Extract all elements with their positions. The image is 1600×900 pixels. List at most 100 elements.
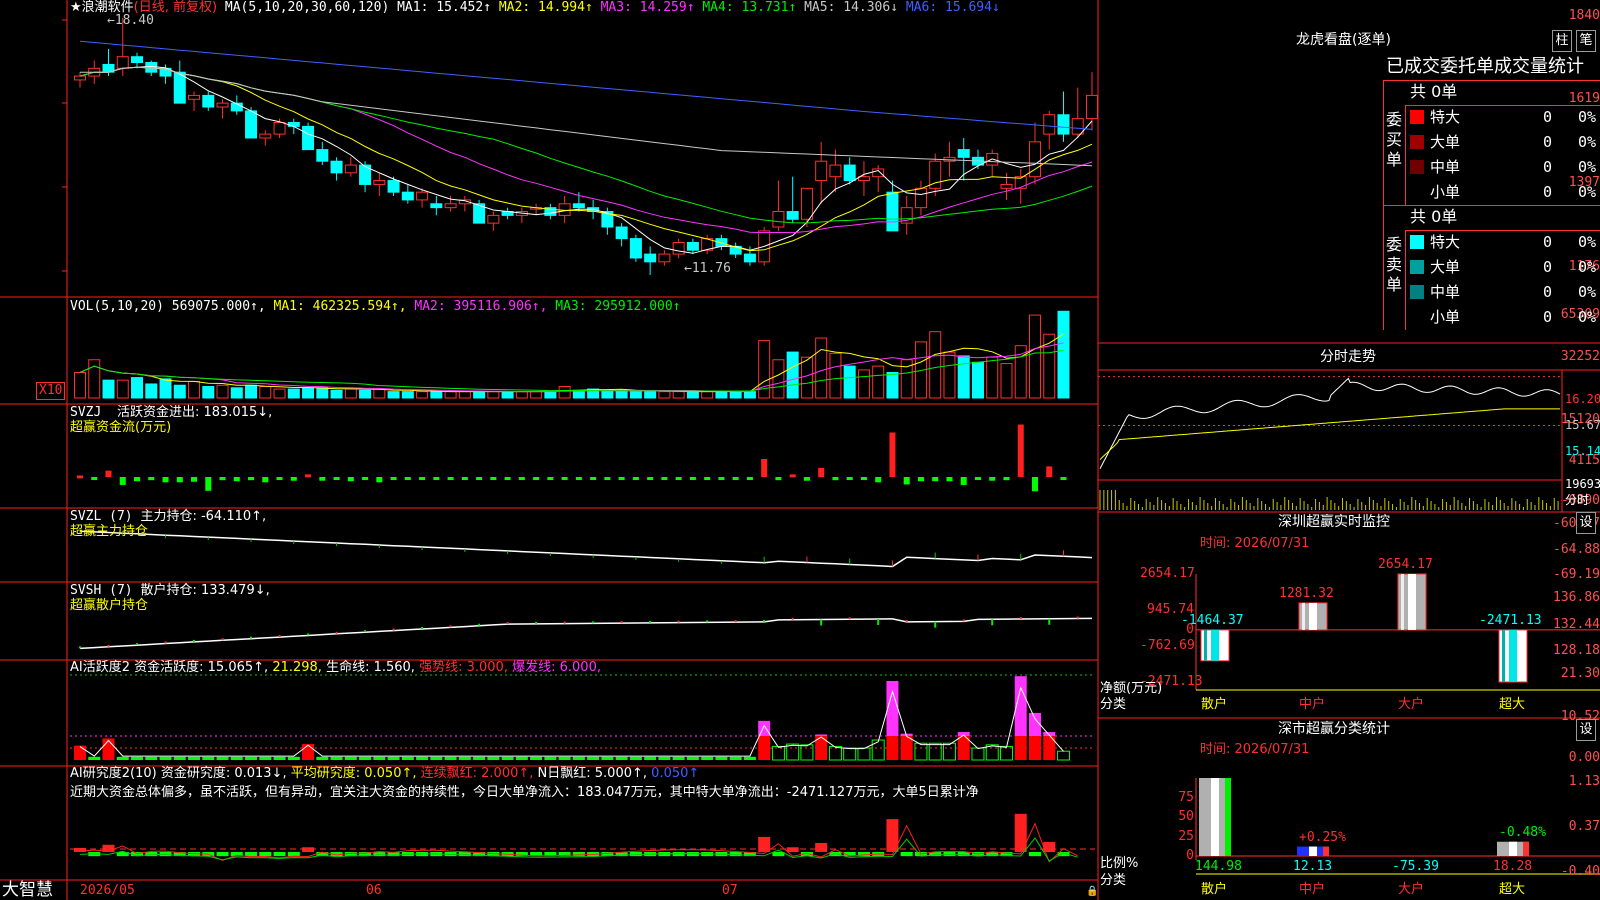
volume-bar — [943, 351, 956, 399]
ai-active-bar — [857, 747, 871, 761]
volume-bar — [487, 391, 500, 399]
volume-bar — [159, 378, 172, 399]
ma-line-2 — [79, 66, 1093, 252]
candle-body — [629, 238, 642, 259]
candle — [800, 187, 813, 228]
buy-row-name: 大单 — [1430, 133, 1461, 151]
fenshi-vol-label: 分时 — [1565, 493, 1590, 507]
classify-ytick-2: 25 — [1178, 828, 1194, 844]
monitor-bar-highlight — [1302, 602, 1305, 630]
svzl-header: SVZL (7) 主力持仓: -64.110↑, — [70, 509, 267, 524]
volume-bar — [857, 369, 870, 399]
volume-bar — [216, 384, 229, 399]
fenshi-ytick-0: 16.20 — [1565, 392, 1600, 406]
svzj-bar — [148, 477, 155, 481]
xaxis-label-0: 2026/05 — [80, 883, 135, 898]
lock-icon[interactable]: 🔒 — [1086, 884, 1098, 900]
candle-body — [815, 160, 828, 182]
ai-active-bar — [1028, 736, 1041, 760]
volume-bar — [601, 389, 614, 399]
sell-color-swatch — [1410, 235, 1424, 249]
candle — [259, 130, 272, 146]
ai-active-bar — [501, 756, 514, 760]
svzj-bar — [1060, 477, 1067, 480]
ai-active-bar — [800, 744, 814, 761]
candle-body — [287, 122, 300, 127]
ai-active-bar — [686, 756, 699, 760]
candle — [245, 107, 258, 139]
candle — [387, 176, 400, 197]
candle — [230, 95, 243, 115]
svzl-line — [79, 530, 1093, 568]
svzj-bar — [404, 477, 411, 480]
candle-body — [416, 191, 429, 201]
ai-active-bar — [1014, 736, 1027, 760]
svzj-bar — [989, 477, 996, 481]
monitor-bar-highlight — [1502, 629, 1505, 682]
candle-body — [1071, 118, 1084, 135]
svsh-ytick-0: 136.86 — [1553, 590, 1600, 605]
candle-body — [686, 241, 699, 251]
classify-bar-value: 18.28 — [1493, 859, 1533, 874]
candle-body — [259, 133, 272, 139]
candle-body — [615, 226, 628, 240]
bar-mode-button[interactable]: 柱 — [1552, 30, 1572, 52]
svzj-bar — [233, 477, 240, 482]
ai-active-bar — [1056, 750, 1070, 761]
xaxis-label-2: 07 — [722, 883, 738, 898]
classify-settings-button[interactable]: 设 — [1576, 719, 1596, 741]
classify-bar-edge — [1523, 841, 1529, 856]
svzj-bar — [276, 477, 283, 480]
svzj-bar — [191, 477, 198, 482]
buy-total: 共 0单 — [1410, 82, 1458, 101]
volume-bar — [658, 391, 671, 399]
ai-research-item-4: 0.050↑ — [651, 766, 700, 781]
candle — [629, 234, 642, 262]
monitor-ylabel: 净额(万元) — [1100, 681, 1163, 696]
ai-active-bar — [928, 742, 942, 761]
candle — [216, 99, 229, 119]
buy-row-pct: 0% — [1578, 158, 1597, 176]
candle — [373, 172, 386, 197]
classify-bar-散户 — [1199, 778, 1231, 856]
buy-row: 特大 — [1410, 106, 1460, 128]
monitor-category: 中户 — [1299, 697, 1326, 712]
sell-row-qty: 0 — [1543, 258, 1553, 276]
brand-logo[interactable]: 大智慧 — [2, 880, 53, 900]
candle-body — [658, 253, 671, 263]
candle-body — [131, 56, 144, 64]
candle-body — [273, 122, 286, 135]
sell-row-name: 小单 — [1430, 308, 1461, 326]
ai-research-bar — [758, 836, 771, 852]
ai-active-bar — [871, 739, 885, 761]
sell-row-pct: 0% — [1578, 283, 1597, 301]
ai-active-ytick-0: 21.30 — [1560, 666, 1600, 681]
sell-row-pct: 0% — [1578, 308, 1597, 326]
ai-research-bar — [1028, 852, 1041, 857]
ma-value-6: MA6: 15.694↓ — [905, 0, 1000, 15]
svzj-bar — [248, 477, 255, 481]
fenshi-price-line — [1099, 377, 1561, 470]
pen-mode-button[interactable]: 笔 — [1576, 30, 1596, 52]
svzj-bar — [803, 477, 810, 481]
kline-header: ★浪潮软件(日线, 前复权) MA(5,10,20,30,60,120) MA1… — [70, 0, 1000, 16]
volume-bar — [530, 391, 543, 399]
chart-canvas — [0, 0, 1600, 900]
candle-body — [743, 253, 756, 263]
volume-bar — [473, 391, 486, 399]
svzj-bar — [533, 477, 540, 480]
monitor-settings-button[interactable]: 设 — [1576, 512, 1596, 534]
ai-active-item-3: 强势线: 3.000, — [419, 660, 508, 675]
buy-color-swatch — [1410, 110, 1424, 124]
candle-body — [1086, 94, 1098, 120]
monitor-ytick-3: -762.69 — [1140, 637, 1195, 653]
ai-research-bar — [1014, 813, 1027, 852]
volume-bar — [1028, 314, 1041, 399]
svzl-subtitle: 超赢主力持仓 — [70, 524, 149, 539]
ai-research-comment: 近期大资金总体偏多，虽不活跃，但有异动，宜关注大资金的持续性，今日大单净流入：1… — [70, 785, 979, 800]
fenshi-volume-group — [1099, 490, 1559, 510]
sell-row-pct: 0% — [1578, 233, 1597, 251]
buy-row-name: 特大 — [1430, 108, 1461, 126]
svsh-ytick-2: 128.18 — [1553, 643, 1600, 658]
svzj-bar — [832, 477, 839, 481]
